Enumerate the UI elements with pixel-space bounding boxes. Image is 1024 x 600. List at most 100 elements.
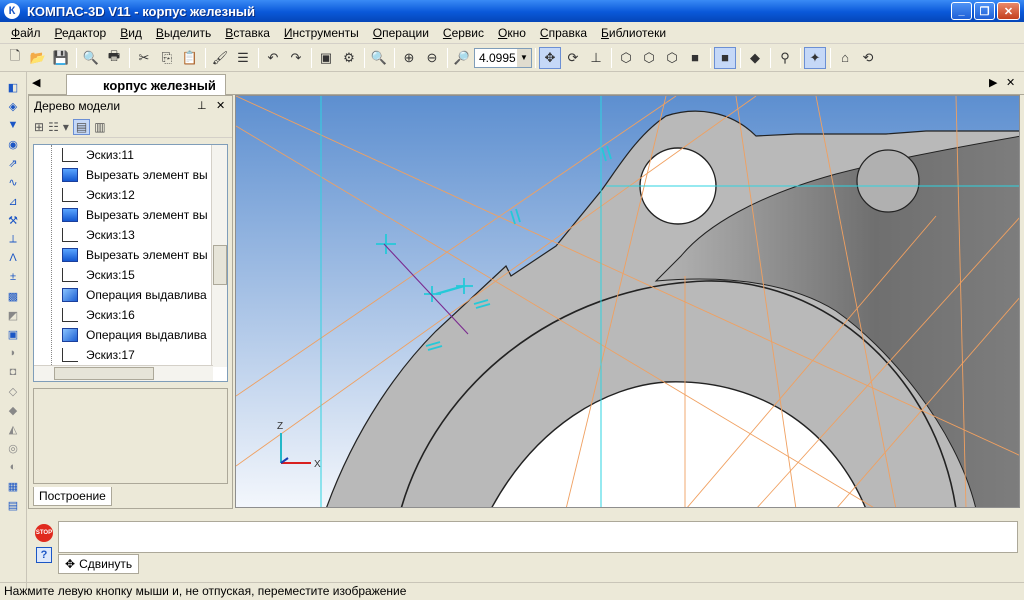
orientation-icon[interactable]: ⊥ [585,47,607,69]
viewport-canvas[interactable]: Z X [236,96,1020,508]
model-viewport[interactable]: Z X [235,95,1020,508]
tab-close-icon[interactable]: ✕ [1006,76,1015,89]
chevron-down-icon[interactable]: ▾ [63,120,69,134]
menu-view[interactable]: Вид [113,23,149,43]
tree-view-options-icon[interactable]: ☷ [48,120,59,134]
menu-insert[interactable]: Вставка [218,23,277,43]
sheet-body-icon[interactable]: ⟂ [3,230,23,248]
panel-close-icon[interactable]: ✕ [216,99,225,112]
tree-item[interactable]: Эскиз:17 [34,345,227,365]
hole-icon[interactable]: ◎ [3,439,23,457]
rib-icon[interactable]: ◭ [3,420,23,438]
tree-item[interactable]: Эскиз:11 [34,145,227,165]
tree-item[interactable]: Операция выдавлива [34,285,227,305]
snap-icon[interactable]: ✦ [804,46,826,69]
mirror-icon[interactable]: ◐ [3,458,23,476]
menu-help[interactable]: Справка [533,23,594,43]
menu-select[interactable]: Выделить [149,23,218,43]
undo-icon[interactable]: ↶ [262,47,284,69]
help-icon[interactable]: ? [36,547,52,563]
copy-properties-icon[interactable]: 🖌 [209,47,231,69]
tree-item[interactable]: Вырезать элемент вы [34,245,227,265]
diagnostics-icon[interactable]: ⚒ [3,211,23,229]
zoom-in-icon[interactable]: ⊕ [398,47,420,69]
hidden-lines-icon[interactable]: ⬡ [638,47,660,69]
hidden-thin-icon[interactable]: ⬡ [661,47,683,69]
stop-icon[interactable]: STOP [35,524,53,542]
spatial-curves-icon[interactable]: ◈ [3,97,23,115]
save-icon[interactable]: 💾 [50,47,72,69]
redo-icon[interactable]: ↷ [285,47,307,69]
zoom-field[interactable]: 4.0995 ▼ [474,47,532,68]
filter-icon[interactable]: ⚲ [774,47,796,69]
tab-pan[interactable]: ✥ Сдвинуть [58,554,140,574]
perspective-icon[interactable]: ◆ [744,47,766,69]
sweep-icon[interactable]: ◗ [3,344,23,362]
library-manager-icon[interactable]: ⌂ [834,47,856,69]
rotate-icon[interactable]: ⟳ [562,47,584,69]
dimensions-icon[interactable]: ⊿ [3,192,23,210]
tab-document[interactable]: корпус железный [66,74,226,95]
tab-construction[interactable]: Построение [33,487,112,506]
zoom-out-icon[interactable]: ⊖ [421,47,443,69]
surfaces-icon[interactable]: ▼ [3,116,23,134]
tree-item[interactable]: Операция выдавлива [34,325,227,345]
tree-horizontal-scrollbar[interactable] [34,365,213,381]
tree-item[interactable]: Эскиз:15 [34,265,227,285]
tab-scroll-right-icon[interactable]: ▶ [989,76,997,89]
zoom-scale-icon[interactable]: 🔎 [451,47,473,69]
manager-icon[interactable]: ▣ [315,47,337,69]
editing-part-icon[interactable]: ◧ [3,78,23,96]
shaded-icon[interactable]: ■ [684,47,706,69]
new-document-icon[interactable]: 🗋 [4,47,26,69]
menu-operations[interactable]: Операции [366,23,436,43]
properties-icon[interactable]: ☰ [232,47,254,69]
model-tree[interactable]: Эскиз:11 Вырезать элемент вы Эскиз:12 Вы… [33,144,228,382]
revolve-icon[interactable]: ◩ [3,306,23,324]
loft-icon[interactable]: ▣ [3,325,23,343]
shaded-edges-icon[interactable]: ■ [714,46,736,69]
tree-save-icon[interactable]: ▥ [94,120,105,134]
specification-icon[interactable]: Λ [3,249,23,267]
wireframe-icon[interactable]: ⬡ [615,47,637,69]
cut-icon[interactable]: ✂ [133,47,155,69]
print-preview-icon[interactable]: 🔍 [80,47,102,69]
tree-mode-icon[interactable]: ▤ [72,118,91,135]
tab-scroll-left-icon[interactable]: ◀ [32,76,40,89]
measure-icon[interactable]: ∿ [3,173,23,191]
scroll-thumb[interactable] [54,367,154,380]
tree-item[interactable]: Эскиз:12 [34,185,227,205]
component-icon[interactable]: ▤ [3,496,23,514]
variables-icon[interactable]: ⚙ [338,47,360,69]
copy-icon[interactable]: ⎘ [156,47,178,69]
extrude-icon[interactable]: ▩ [3,287,23,305]
assembly-icon[interactable]: ▦ [3,477,23,495]
reports-icon[interactable]: ± [3,268,23,286]
chevron-down-icon[interactable]: ▼ [517,48,531,67]
tree-structure-icon[interactable]: ⊞ [34,120,44,134]
zoom-window-icon[interactable]: 🔍 [368,47,390,69]
menu-file[interactable]: Файл [4,23,48,43]
restore-button[interactable]: ❐ [974,2,995,20]
tree-item[interactable]: Вырезать элемент вы [34,165,227,185]
scroll-thumb[interactable] [213,245,227,285]
menu-service[interactable]: Сервис [436,23,491,43]
chamfer-icon[interactable]: ◇ [3,382,23,400]
minimize-button[interactable]: _ [951,2,972,20]
tree-item[interactable]: Вырезать элемент вы [34,205,227,225]
tree-item[interactable]: Эскиз:16 [34,305,227,325]
menu-tools[interactable]: Инструменты [277,23,366,43]
open-file-icon[interactable]: 📂 [27,47,49,69]
arrays-icon[interactable]: ◉ [3,135,23,153]
fillet-icon[interactable]: ◘ [3,363,23,381]
pan-icon[interactable]: ✥ [539,46,561,69]
tree-vertical-scrollbar[interactable] [211,145,227,367]
print-icon[interactable]: 🖶 [103,47,125,69]
pin-icon[interactable]: ⊥ [197,99,207,112]
auxiliary-geometry-icon[interactable]: ⇗ [3,154,23,172]
refresh-icon[interactable]: ⟲ [857,47,879,69]
paste-icon[interactable]: 📋 [179,47,201,69]
shell-icon[interactable]: ◆ [3,401,23,419]
close-button[interactable]: ✕ [997,2,1020,20]
menu-window[interactable]: Окно [491,23,533,43]
